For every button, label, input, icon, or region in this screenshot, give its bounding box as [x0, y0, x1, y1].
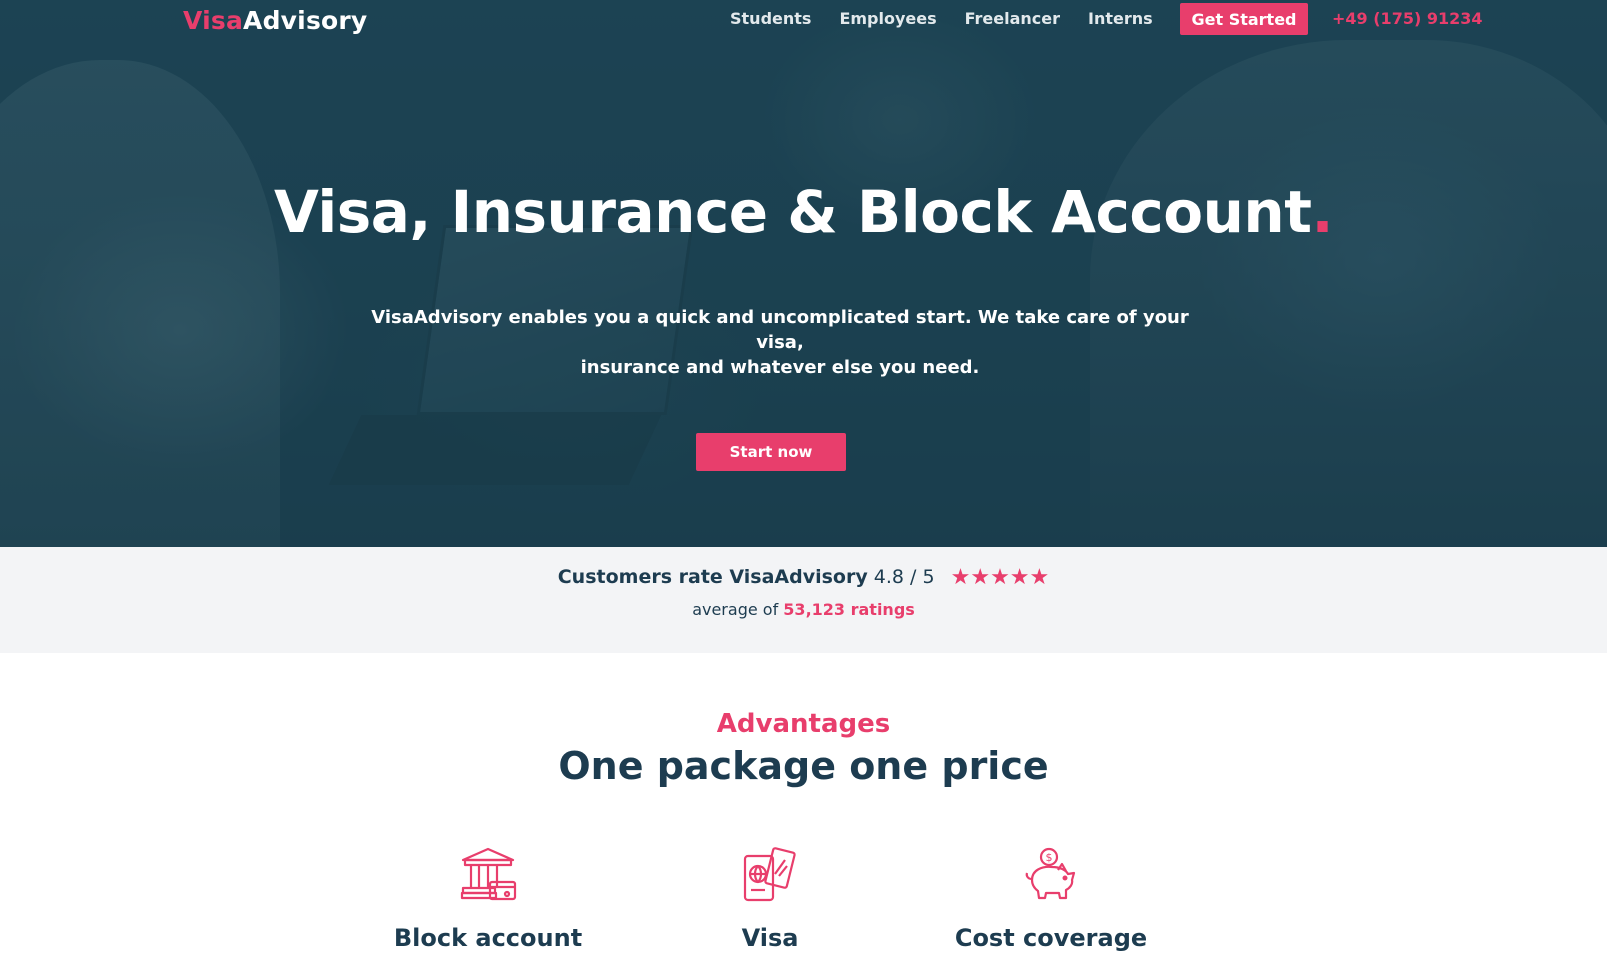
logo-part-visa: Visa [183, 6, 244, 35]
nav-link-freelancer[interactable]: Freelancer [965, 9, 1060, 28]
bank-icon [460, 847, 517, 901]
get-started-button[interactable]: Get Started [1180, 3, 1308, 35]
hero-title-text: Visa, Insurance & Block Account [274, 178, 1312, 246]
phone-link[interactable]: +49 (175) 91234 [1332, 9, 1483, 28]
piggy-bank-icon: $ [1025, 847, 1076, 900]
top-navigation: VisaAdvisory Students Employees Freelanc… [0, 0, 1607, 40]
rating-average: average of 53,123 ratings [0, 600, 1607, 619]
start-now-button[interactable]: Start now [696, 433, 846, 471]
feature-block-account: Block account [348, 846, 628, 952]
rating-average-prefix: average of [692, 600, 779, 619]
rating-band: Customers rate VisaAdvisory 4.8 / 5 ★★★★… [0, 547, 1607, 653]
advantages-title: One package one price [558, 744, 1049, 788]
hero-subtitle-line-2: insurance and whatever else you need. [580, 357, 980, 378]
nav-link-interns[interactable]: Interns [1088, 9, 1153, 28]
rating-stars-icon: ★★★★★ [950, 565, 1050, 590]
hero-subtitle: VisaAdvisory enables you a quick and unc… [350, 305, 1210, 380]
feature-visa: Visa [630, 846, 910, 952]
hero-title: Visa, Insurance & Block Account. [0, 178, 1607, 246]
feature-label-block-account: Block account [393, 924, 583, 952]
svg-text:$: $ [1046, 851, 1053, 864]
nav-link-students[interactable]: Students [730, 9, 811, 28]
hero-title-dot: . [1311, 178, 1333, 246]
rating-text: Customers rate VisaAdvisory [557, 566, 868, 588]
logo-part-advisory: Advisory [243, 6, 368, 35]
nav-link-employees[interactable]: Employees [839, 9, 936, 28]
feature-label-visa: Visa [741, 924, 799, 952]
logo[interactable]: VisaAdvisory [183, 6, 367, 35]
hero-subtitle-line-1: VisaAdvisory enables you a quick and unc… [371, 307, 1189, 353]
nav-links: Students Employees Freelancer Interns [730, 9, 1153, 28]
feature-cost-coverage: $ Cost coverage [911, 846, 1191, 952]
rating-line: Customers rate VisaAdvisory 4.8 / 5 ★★★★… [0, 565, 1607, 590]
advantages-features: Block account Visa $ Cost coverage [0, 846, 1607, 963]
passport-icon [743, 847, 796, 902]
ratings-count-link[interactable]: 53,123 ratings [783, 600, 915, 619]
feature-label-cost-coverage: Cost coverage [954, 924, 1148, 952]
rating-score: 4.8 / 5 [873, 566, 935, 588]
advantages-kicker: Advantages [716, 709, 891, 739]
